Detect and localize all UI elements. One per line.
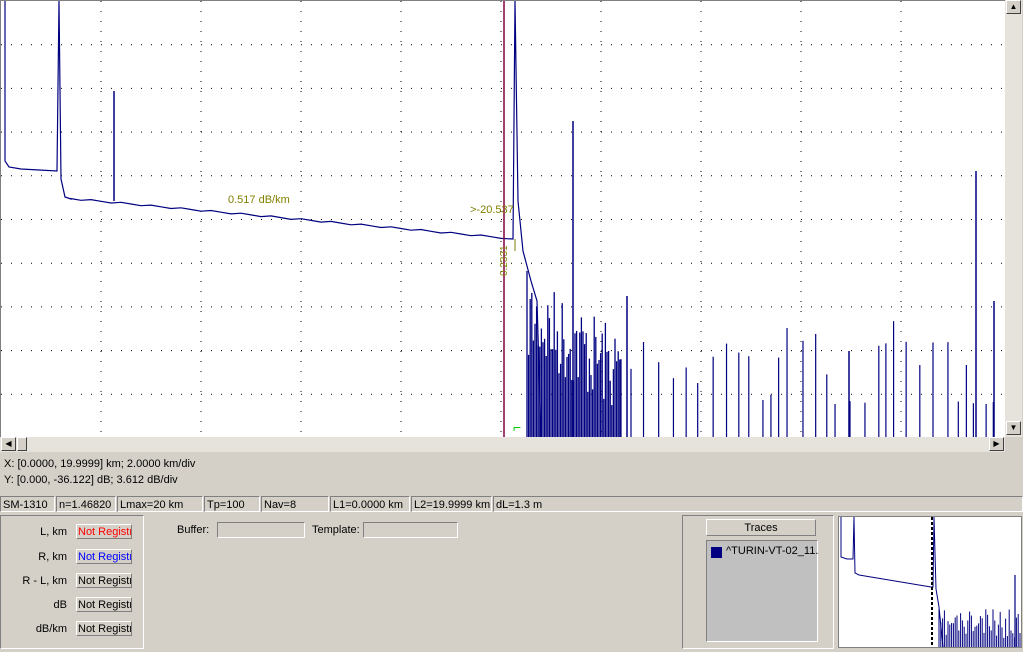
vertical-scrollbar[interactable]: ▲ ▼ xyxy=(1005,0,1022,437)
mini-trace xyxy=(840,517,944,647)
arrow-right-icon[interactable]: ▶ xyxy=(989,437,1004,451)
arrow-down-icon[interactable]: ▼ xyxy=(1006,421,1021,435)
template-field[interactable] xyxy=(363,522,458,538)
status-lmax: Lmax=20 km xyxy=(117,496,203,512)
arrow-up-icon[interactable]: ▲ xyxy=(1006,0,1021,14)
results-panel: L, km Not Registr R, km Not Registr R - … xyxy=(0,515,144,649)
scroll-thumb[interactable] xyxy=(17,437,27,451)
cursor-marker-icon[interactable]: ⌐ xyxy=(513,419,521,435)
arrow-left-icon[interactable]: ◀ xyxy=(1,437,16,451)
status-refractive-index: n=1.46820 xyxy=(56,496,116,512)
status-dl: dL=1.3 m xyxy=(493,496,1023,512)
trace-canvas[interactable] xyxy=(1,1,1006,438)
otdr-trace-plot[interactable]: 0.517 dB/km >-20.537 0.2331 ⌐ xyxy=(0,0,1006,438)
template-label: Template: xyxy=(312,524,360,536)
slope-label: 0.517 dB/km xyxy=(228,194,290,206)
level-label: >-20.537 xyxy=(470,204,514,216)
status-fiber-type: SM-1310 xyxy=(0,496,55,512)
buffer-label: Buffer: xyxy=(177,524,210,536)
trace-color-swatch xyxy=(711,547,722,558)
value-db: Not Registr xyxy=(76,597,132,612)
value-db-per-km: Not Registr xyxy=(76,621,132,636)
overview-thumbnail[interactable] xyxy=(838,516,1022,648)
value-r-minus-l: Not Registr xyxy=(76,573,132,588)
status-l1: L1=0.0000 km xyxy=(330,496,410,512)
traces-header: Traces xyxy=(706,519,816,536)
status-averages: Nav=8 xyxy=(261,496,329,512)
y-range-info: Y: [0.000, -36.122] dB; 3.612 dB/div xyxy=(4,474,178,486)
trace-line xyxy=(4,1,542,438)
buffer-panel: Buffer: Template: xyxy=(146,515,680,649)
traces-list[interactable]: ^TURIN-VT-02_11. xyxy=(706,540,818,642)
trace-name: ^TURIN-VT-02_11. xyxy=(726,545,819,557)
label-l-km: L, km xyxy=(40,526,67,538)
value-l-km: Not Registr xyxy=(76,524,132,539)
label-r-km: R, km xyxy=(38,551,67,563)
status-bar: SM-1310 n=1.46820 Lmax=20 km Tp=100 Nav=… xyxy=(0,496,1023,513)
buffer-field[interactable] xyxy=(217,522,305,538)
overview-canvas[interactable] xyxy=(839,517,1021,647)
horizontal-scrollbar[interactable]: ◀ ▶ xyxy=(0,437,1005,452)
status-l2: L2=19.9999 km xyxy=(411,496,492,512)
label-r-minus-l: R - L, km xyxy=(22,575,67,587)
scroll-corner xyxy=(1005,437,1022,452)
value-r-km: Not Registr xyxy=(76,549,132,564)
status-pulse: Tp=100 xyxy=(204,496,260,512)
x-range-info: X: [0.0000, 19.9999] km; 2.0000 km/div xyxy=(4,458,196,470)
label-db-per-km: dB/km xyxy=(35,623,67,635)
label-db: dB xyxy=(53,599,67,611)
cursor-value-label: 0.2331 xyxy=(499,245,510,276)
